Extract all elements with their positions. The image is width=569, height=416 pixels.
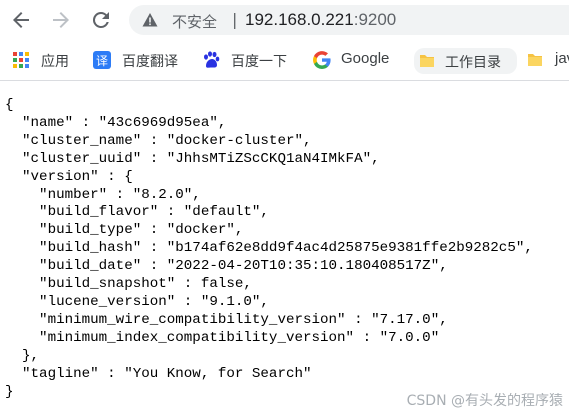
bookmark-baidu-translate-label: 百度翻译 bbox=[122, 54, 178, 70]
json-line: "minimum_index_compatibility_version" : … bbox=[5, 329, 440, 346]
bookmarks-bar: 应用 译 百度翻译 百度一下 Google 工作目录 ja bbox=[0, 40, 569, 81]
security-status-label[interactable]: 不安全 bbox=[172, 11, 217, 32]
json-line: "cluster_name" : "docker-cluster", bbox=[5, 132, 312, 149]
json-line: "tagline" : "You Know, for Search" bbox=[5, 365, 312, 382]
bookmark-google-label: Google bbox=[341, 50, 390, 67]
bookmark-apps-label: 应用 bbox=[41, 54, 69, 70]
url-port: :9200 bbox=[353, 10, 397, 29]
bookmark-folder-java-label: jav bbox=[555, 50, 569, 67]
json-line: "minimum_wire_compatibility_version" : "… bbox=[5, 311, 448, 328]
folder-icon bbox=[418, 52, 436, 70]
apps-grid-icon bbox=[12, 51, 30, 69]
folder-icon bbox=[526, 51, 544, 69]
json-line: "name" : "43c6969d95ea", bbox=[5, 114, 227, 131]
bookmark-baidu-label: 百度一下 bbox=[231, 54, 287, 70]
url-text[interactable]: 192.168.0.221:9200 bbox=[245, 10, 396, 30]
bookmark-folder-work-label: 工作目录 bbox=[445, 55, 501, 71]
baidu-translate-icon: 译 bbox=[93, 51, 111, 69]
back-button[interactable] bbox=[9, 8, 33, 32]
reload-button[interactable] bbox=[89, 8, 113, 32]
json-line: "build_hash" : "b174af62e8dd9f4ac4d25875… bbox=[5, 240, 533, 257]
back-arrow-icon bbox=[13, 12, 29, 28]
json-line: "build_snapshot" : false, bbox=[5, 276, 252, 293]
json-line: "version" : { bbox=[5, 168, 133, 185]
json-line: }, bbox=[5, 347, 40, 364]
json-line: "number" : "8.2.0", bbox=[5, 186, 201, 203]
svg-text:译: 译 bbox=[96, 54, 108, 68]
address-separator: | bbox=[232, 10, 238, 29]
google-icon bbox=[313, 51, 331, 69]
baidu-paw-icon bbox=[202, 51, 220, 69]
bookmark-folder-work[interactable]: 工作目录 bbox=[414, 48, 517, 74]
page-content: { "name" : "43c6969d95ea", "cluster_name… bbox=[0, 81, 569, 416]
json-line: "build_date" : "2022-04-20T10:35:10.1804… bbox=[5, 258, 448, 275]
json-line: "build_flavor" : "default", bbox=[5, 204, 269, 221]
browser-toolbar: 不安全 | 192.168.0.221:9200 bbox=[0, 0, 569, 40]
forward-button[interactable] bbox=[49, 8, 73, 32]
url-host: 192.168.0.221 bbox=[245, 10, 354, 29]
reload-icon bbox=[92, 11, 109, 28]
json-response: { "name" : "43c6969d95ea", "cluster_name… bbox=[5, 97, 533, 401]
not-secure-warning-icon[interactable] bbox=[142, 12, 158, 28]
json-line: "cluster_uuid" : "JhhsMTiZScCKQ1aN4IMkFA… bbox=[5, 150, 380, 167]
forward-arrow-icon bbox=[53, 12, 69, 28]
csdn-watermark: CSDN @有头发的程序猿 bbox=[406, 393, 563, 409]
json-line: "build_type" : "docker", bbox=[5, 222, 244, 239]
json-line: "lucene_version" : "9.1.0", bbox=[5, 293, 269, 310]
address-bar[interactable]: 不安全 | 192.168.0.221:9200 bbox=[129, 5, 569, 35]
json-line: { bbox=[5, 97, 14, 113]
